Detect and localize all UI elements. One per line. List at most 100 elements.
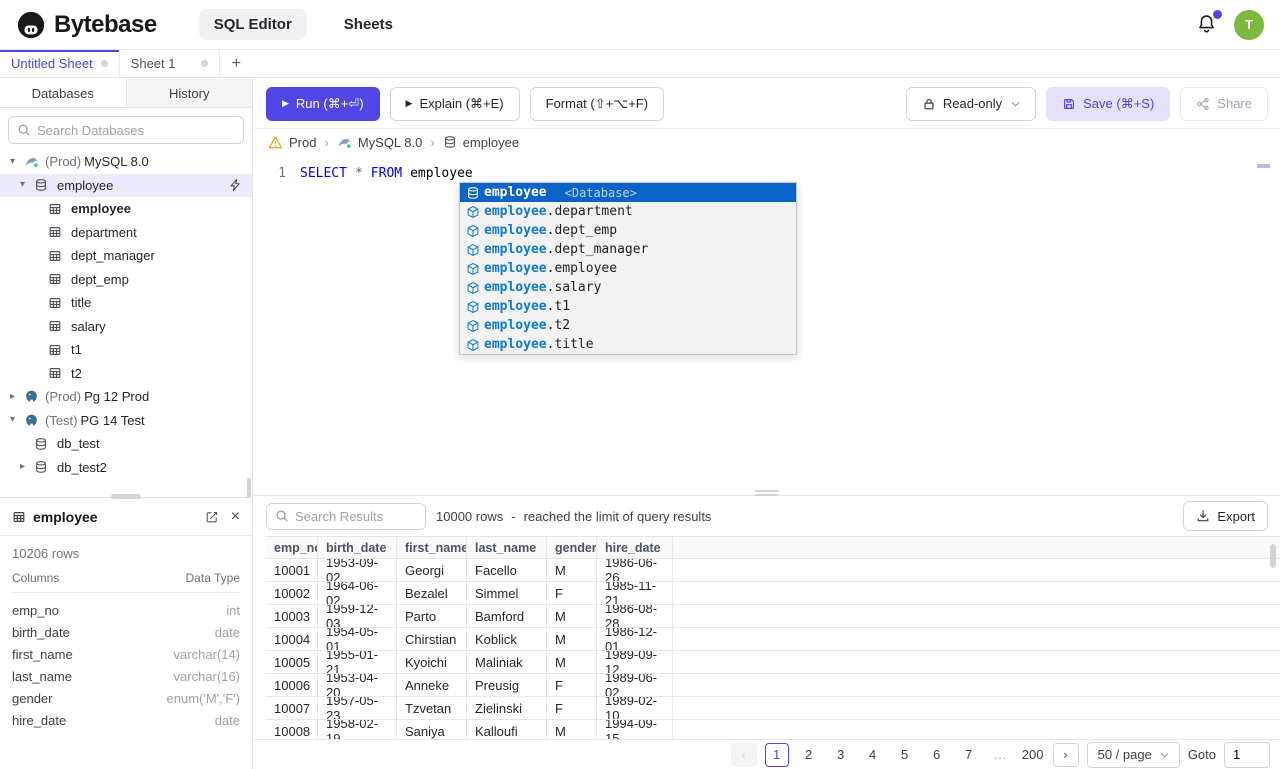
schema-panel-drag-handle[interactable] bbox=[111, 494, 141, 499]
suggestion-item[interactable]: employee .title bbox=[460, 335, 796, 354]
cell-gender: M bbox=[547, 628, 597, 650]
avatar[interactable]: T bbox=[1234, 9, 1264, 40]
tree-row[interactable]: employee bbox=[0, 197, 252, 221]
caret-icon[interactable]: ▾ bbox=[20, 180, 34, 190]
cell-hire-date: 1986-08-28 bbox=[597, 605, 673, 627]
connect-bolt-icon[interactable] bbox=[228, 178, 242, 192]
caret-icon[interactable]: ▸ bbox=[10, 391, 24, 402]
cell-hire-date: 1989-06-02 bbox=[597, 674, 673, 696]
tree-row[interactable]: t2 bbox=[0, 362, 252, 386]
suggestion-item[interactable]: employee .employee bbox=[460, 259, 796, 278]
cell-hire-date: 1994-09-15 bbox=[597, 720, 673, 740]
tree-row[interactable]: dept_emp bbox=[0, 268, 252, 292]
tree-row[interactable]: ▾ employee bbox=[0, 173, 252, 197]
table-row[interactable]: 10001 1953-09-02 Georgi Facello M 1986-0… bbox=[266, 559, 1280, 582]
sql-editor[interactable]: 1 SELECT * FROM employee employee <Datab… bbox=[254, 156, 1280, 495]
caret-icon[interactable]: ▾ bbox=[10, 156, 24, 167]
format-button[interactable]: Format (⇧+⌥+F) bbox=[529, 86, 665, 121]
sidebar-scrollbar[interactable] bbox=[247, 478, 251, 497]
edit-schema-icon[interactable] bbox=[205, 510, 219, 524]
page-button[interactable]: 4 bbox=[861, 743, 885, 767]
tree-item-label: t1 bbox=[71, 342, 82, 358]
nav-sheets[interactable]: Sheets bbox=[329, 9, 408, 40]
page-size-select[interactable]: 50 / page bbox=[1086, 741, 1180, 768]
caret-icon[interactable]: ▾ bbox=[10, 415, 24, 425]
results-search[interactable] bbox=[266, 502, 426, 530]
tree-row[interactable]: title bbox=[0, 291, 252, 315]
cell-last-name: Zielinski bbox=[467, 697, 547, 719]
page-button[interactable]: 3 bbox=[829, 743, 853, 767]
next-page-button[interactable]: › bbox=[1052, 742, 1079, 767]
column-name: emp_no bbox=[12, 602, 59, 618]
suggestion-item[interactable]: employee .salary bbox=[460, 278, 796, 297]
database-icon bbox=[443, 135, 457, 149]
results-scrollbar[interactable] bbox=[1270, 544, 1276, 568]
tab-history[interactable]: History bbox=[127, 79, 253, 107]
suggestion-selected[interactable]: employee <Database> bbox=[460, 183, 796, 202]
cell-birth-date: 1953-09-02 bbox=[318, 559, 397, 581]
tree-item-label: db_test bbox=[57, 436, 100, 452]
results-search-input[interactable] bbox=[295, 508, 417, 524]
table-row[interactable]: 10008 1958-02-19 Saniya Kalloufi M 1994-… bbox=[266, 720, 1280, 740]
page-button[interactable]: 5 bbox=[893, 743, 917, 767]
prev-page-button[interactable]: ‹ bbox=[730, 742, 757, 767]
table-row[interactable]: 10004 1954-05-01 Chirstian Koblick M 198… bbox=[266, 628, 1280, 651]
suggestion-item[interactable]: employee .dept_manager bbox=[460, 240, 796, 259]
play-icon: ▶ bbox=[282, 98, 289, 108]
tree-row[interactable]: t1 bbox=[0, 338, 252, 362]
tab-untitled-sheet[interactable]: Untitled Sheet bbox=[0, 50, 120, 77]
database-icon bbox=[466, 186, 480, 200]
tree-row[interactable]: dept_manager bbox=[0, 244, 252, 268]
explain-button[interactable]: ▶ Explain (⌘+E) bbox=[389, 86, 520, 121]
tree-row[interactable]: ▸ db_test2 bbox=[0, 456, 252, 480]
caret-icon[interactable]: ▸ bbox=[20, 462, 34, 472]
run-button[interactable]: ▶ Run (⌘+⏎) bbox=[266, 86, 380, 121]
suggestion-item[interactable]: employee .dept_emp bbox=[460, 221, 796, 240]
add-sheet-button[interactable]: + bbox=[220, 50, 253, 77]
database-search-input[interactable] bbox=[37, 122, 235, 138]
goto-page-input[interactable] bbox=[1224, 741, 1270, 768]
page-button[interactable]: 6 bbox=[925, 743, 949, 767]
suggestion-match: employee bbox=[484, 337, 547, 352]
close-icon[interactable]: × bbox=[231, 508, 240, 525]
nav-sql-editor[interactable]: SQL Editor bbox=[198, 9, 307, 40]
page-button[interactable]: 1 bbox=[764, 742, 789, 767]
column-type: int bbox=[226, 602, 240, 618]
save-button[interactable]: Save (⌘+S) bbox=[1046, 86, 1171, 121]
code-line[interactable]: 1 SELECT * FROM employee bbox=[254, 164, 1280, 183]
notifications-button[interactable] bbox=[1195, 10, 1222, 36]
database-search[interactable] bbox=[8, 116, 244, 144]
tree-row[interactable]: department bbox=[0, 221, 252, 245]
suggestion-item[interactable]: employee .department bbox=[460, 202, 796, 221]
suggestion-item[interactable]: employee .t2 bbox=[460, 316, 796, 335]
page-button[interactable]: … bbox=[989, 743, 1013, 767]
table-row[interactable]: 10002 1964-06-02 Bezalel Simmel F 1985-1… bbox=[266, 582, 1280, 605]
tree-row[interactable]: db_test bbox=[0, 432, 252, 456]
table-row[interactable]: 10003 1959-12-03 Parto Bamford M 1986-08… bbox=[266, 605, 1280, 628]
share-button[interactable]: Share bbox=[1180, 86, 1268, 121]
tree-row[interactable]: ▸ (Prod) Pg 12 Prod bbox=[0, 385, 252, 409]
tab-databases[interactable]: Databases bbox=[0, 79, 127, 107]
page-button[interactable]: 7 bbox=[957, 743, 981, 767]
tree-row[interactable]: ▾ (Test) PG 14 Test bbox=[0, 409, 252, 433]
page-button[interactable]: 2 bbox=[797, 743, 821, 767]
export-button[interactable]: Export bbox=[1183, 501, 1268, 531]
chevron-down-icon bbox=[1011, 101, 1020, 107]
breadcrumb-instance[interactable]: MySQL 8.0 bbox=[337, 135, 422, 150]
cell-filler bbox=[673, 697, 1280, 719]
table-row[interactable]: 10005 1955-01-21 Kyoichi Maliniak M 1989… bbox=[266, 651, 1280, 674]
tree-row[interactable]: ▾ (Prod) MySQL 8.0 bbox=[0, 150, 252, 174]
brand[interactable]: Bytebase bbox=[16, 10, 157, 40]
page-button[interactable]: 200 bbox=[1021, 743, 1045, 767]
suggestion-item[interactable]: employee .t1 bbox=[460, 297, 796, 316]
readonly-mode-select[interactable]: Read-only bbox=[905, 86, 1037, 121]
breadcrumb-environment[interactable]: Prod bbox=[268, 135, 316, 150]
sql-star: * bbox=[354, 166, 363, 181]
tab-sheet-1[interactable]: Sheet 1 bbox=[120, 50, 220, 77]
cell-emp-no: 10008 bbox=[266, 720, 318, 740]
results-drag-handle[interactable] bbox=[755, 490, 779, 496]
table-row[interactable]: 10007 1957-05-23 Tzvetan Zielinski F 198… bbox=[266, 697, 1280, 720]
breadcrumb-database[interactable]: employee bbox=[443, 135, 519, 150]
tree-row[interactable]: salary bbox=[0, 315, 252, 339]
table-row[interactable]: 10006 1953-04-20 Anneke Preusig F 1989-0… bbox=[266, 674, 1280, 697]
